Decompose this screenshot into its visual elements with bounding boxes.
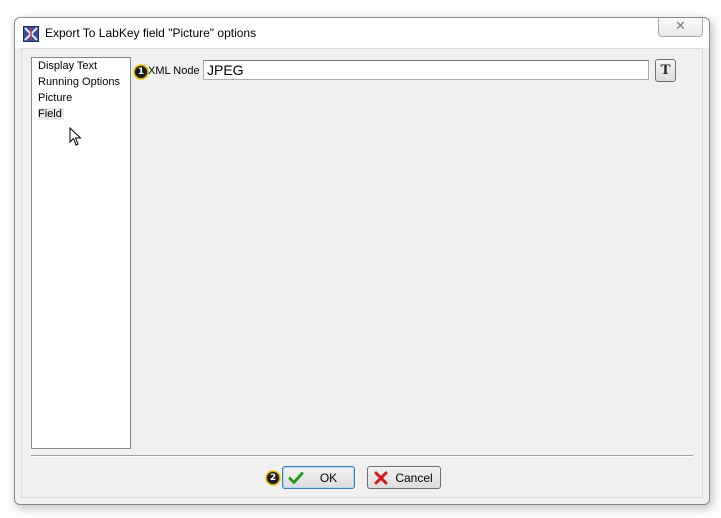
title-bar[interactable]: Export To LabKey field "Picture" options… [15, 18, 709, 48]
sidebar-item-running-options[interactable]: Running Options [38, 76, 120, 88]
app-logo-icon [23, 26, 39, 42]
close-icon: ✕ [675, 19, 686, 34]
text-format-button[interactable]: T [655, 59, 676, 82]
dialog-body: Display Text Running Options Picture Fie… [21, 48, 703, 498]
xml-node-input[interactable] [203, 60, 649, 80]
sidebar-item-display-text[interactable]: Display Text [38, 60, 97, 72]
close-button[interactable]: ✕ [658, 18, 703, 37]
red-x-icon [374, 471, 388, 485]
screen: Export To LabKey field "Picture" options… [0, 0, 721, 518]
help-badge-1-icon[interactable]: 1 [134, 65, 148, 79]
help-badge-2-icon[interactable]: 2 [266, 471, 280, 485]
ok-button-label: OK [319, 471, 338, 485]
xml-node-label: XML Node [148, 65, 200, 77]
cancel-button[interactable]: Cancel [367, 466, 441, 489]
options-dialog: Export To LabKey field "Picture" options… [14, 17, 710, 505]
options-category-list[interactable]: Display Text Running Options Picture Fie… [31, 57, 131, 449]
sidebar-item-field[interactable]: Field [38, 108, 64, 120]
window-title: Export To LabKey field "Picture" options [45, 26, 257, 40]
footer-divider [31, 455, 693, 457]
ok-button[interactable]: OK [282, 466, 355, 489]
sidebar-item-picture[interactable]: Picture [38, 92, 72, 104]
mouse-pointer-icon [69, 127, 82, 146]
cancel-button-label: Cancel [395, 471, 433, 485]
checkmark-icon [288, 472, 304, 484]
